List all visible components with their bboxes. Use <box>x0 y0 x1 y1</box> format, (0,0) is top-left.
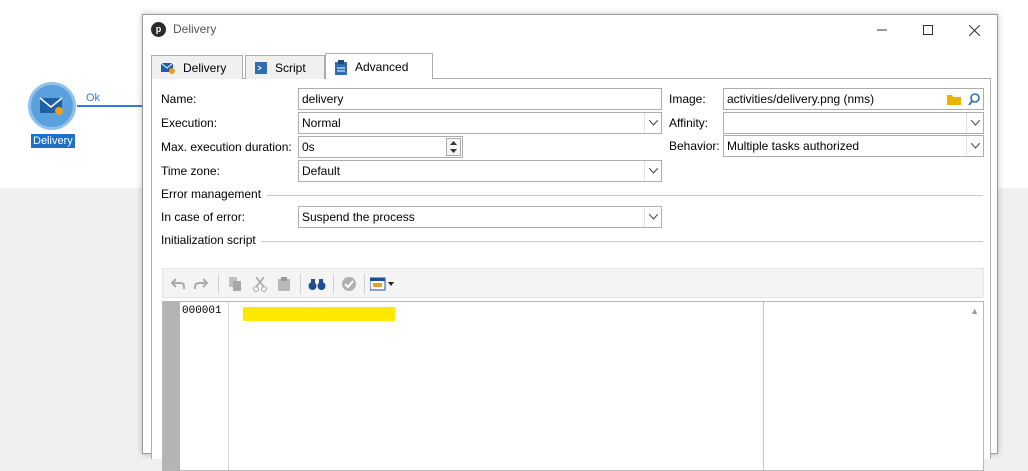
title-bar[interactable]: p Delivery <box>143 15 997 45</box>
transition-line[interactable] <box>77 105 143 107</box>
copy-icon[interactable] <box>225 274 245 294</box>
maximize-icon <box>923 25 933 35</box>
chevron-down-icon[interactable] <box>644 161 661 181</box>
chevron-down-icon[interactable] <box>644 113 661 133</box>
timezone-select[interactable]: Default <box>298 160 662 182</box>
name-label: Name: <box>161 92 197 106</box>
find-icon[interactable] <box>307 274 327 294</box>
line-number: 000001 <box>180 302 229 470</box>
maximize-button[interactable] <box>905 15 951 45</box>
editor-gutter <box>163 302 180 470</box>
spin-up-icon[interactable] <box>447 139 460 147</box>
insert-icon[interactable] <box>369 274 397 294</box>
section-divider <box>261 241 983 242</box>
tab-label: Advanced <box>355 60 409 74</box>
envelope-icon <box>39 97 63 115</box>
name-field[interactable]: delivery <box>298 88 662 110</box>
toolbar-separator <box>300 274 301 294</box>
affinity-label: Affinity: <box>669 116 709 130</box>
duration-stepper[interactable] <box>446 138 461 156</box>
activity-node-label: Delivery <box>31 134 75 148</box>
affinity-select[interactable] <box>723 112 984 134</box>
execution-value: Normal <box>302 116 341 130</box>
error-management-heading: Error management <box>161 187 262 201</box>
execution-select[interactable]: Normal <box>298 112 662 134</box>
close-icon <box>968 24 980 36</box>
script-editor[interactable]: 000001 ▲ <box>162 301 984 471</box>
delivery-activity-node[interactable] <box>28 82 76 130</box>
tab-script[interactable]: Script <box>245 55 325 79</box>
cut-icon[interactable] <box>250 274 270 294</box>
advanced-panel: Name: delivery Execution: Normal Max. ex… <box>151 79 991 471</box>
section-divider <box>267 195 983 196</box>
folder-icon[interactable] <box>944 89 964 109</box>
tab-label: Delivery <box>183 60 227 75</box>
toolbar-separator <box>333 274 334 294</box>
in-case-of-error-label: In case of error: <box>161 210 246 224</box>
tab-strip: Delivery Script Advanced <box>151 53 991 80</box>
delivery-dialog: p Delivery Delivery Script Advanced Name… <box>142 14 998 471</box>
chevron-down-icon[interactable] <box>966 113 983 133</box>
max-duration-label: Max. execution duration: <box>161 140 292 154</box>
minimize-button[interactable] <box>859 15 905 45</box>
clipboard-icon <box>335 59 347 75</box>
chevron-down-icon[interactable] <box>966 136 983 156</box>
tab-label: Script <box>275 60 306 75</box>
timezone-value: Default <box>302 164 341 178</box>
initialization-script-heading: Initialization script <box>161 233 256 247</box>
check-icon[interactable] <box>339 274 359 294</box>
spin-down-icon[interactable] <box>447 147 460 155</box>
redo-icon[interactable] <box>191 274 211 294</box>
toolbar-separator <box>364 274 365 294</box>
execution-label: Execution: <box>161 116 218 130</box>
search-icon[interactable] <box>964 89 984 109</box>
image-value: activities/delivery.png (nms) <box>727 92 875 106</box>
in-case-of-error-select[interactable]: Suspend the process <box>298 206 662 228</box>
transition-label: Ok <box>86 92 101 104</box>
in-case-of-error-value: Suspend the process <box>302 210 415 224</box>
current-line-highlight <box>243 307 395 321</box>
close-button[interactable] <box>951 15 997 45</box>
behavior-label: Behavior: <box>669 139 720 153</box>
editor-splitter[interactable] <box>763 302 764 470</box>
paste-icon[interactable] <box>274 274 294 294</box>
undo-icon[interactable] <box>168 274 188 294</box>
minimize-icon <box>877 29 887 31</box>
tab-delivery[interactable]: Delivery <box>151 55 243 79</box>
tab-advanced[interactable]: Advanced <box>325 53 433 80</box>
script-icon <box>255 61 267 74</box>
app-logo-icon: p <box>151 22 166 37</box>
image-label: Image: <box>669 92 706 106</box>
delivery-icon <box>160 62 175 74</box>
timezone-label: Time zone: <box>161 164 220 178</box>
behavior-value: Multiple tasks authorized <box>727 139 860 153</box>
max-duration-field[interactable]: 0s <box>298 136 463 158</box>
max-duration-value: 0s <box>302 140 315 154</box>
scroll-up-icon[interactable]: ▲ <box>970 306 979 316</box>
window-title: Delivery <box>173 22 217 36</box>
script-toolbar <box>162 268 984 298</box>
chevron-down-icon[interactable] <box>644 207 661 227</box>
toolbar-separator <box>218 274 219 294</box>
behavior-select[interactable]: Multiple tasks authorized <box>723 135 984 157</box>
